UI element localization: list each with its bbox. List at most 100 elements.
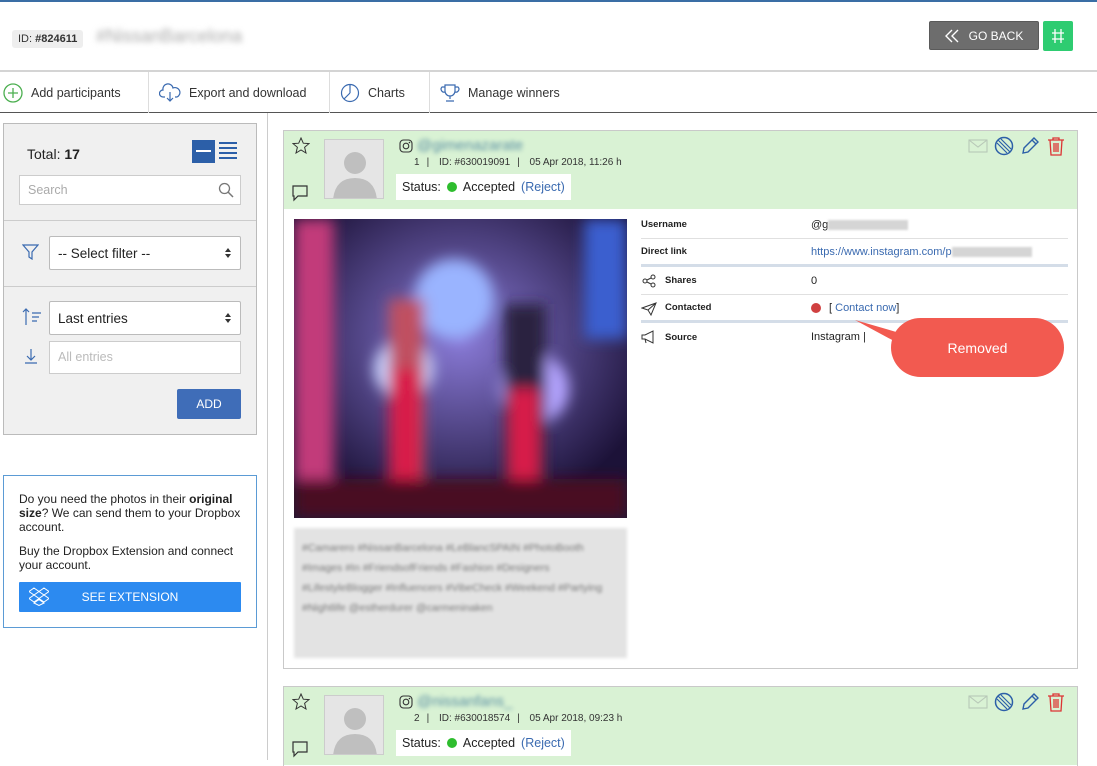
detail-value: 0: [811, 274, 818, 287]
direct-link[interactable]: https://www.instagram.com/p: [811, 246, 952, 258]
edit-pencil-icon[interactable]: [1020, 692, 1040, 712]
meta-divider: |: [426, 157, 430, 168]
meta-divider: |: [517, 713, 520, 724]
grid-view-icon[interactable]: [192, 140, 215, 163]
go-back-button[interactable]: GO BACK: [929, 21, 1039, 50]
ban-icon[interactable]: [994, 692, 1014, 712]
detail-row-username: Username @g: [641, 211, 1068, 239]
contest-id-label: ID:: [18, 33, 33, 45]
entries-input[interactable]: All entries: [49, 341, 241, 374]
status-label: Status:: [402, 736, 441, 750]
total-count: Total: 17: [27, 146, 80, 162]
divider: [4, 286, 256, 287]
reject-link[interactable]: (Reject): [521, 180, 565, 194]
add-participants-button[interactable]: Add participants: [0, 72, 149, 113]
mail-icon[interactable]: [968, 139, 988, 153]
detail-value: https://www.instagram.com/p: [811, 246, 1032, 258]
entry-card-header: @gimenazarate 1 | ID: #630019091 | 05 Apr …: [284, 131, 1077, 209]
sort-icon: [22, 308, 41, 325]
hashtag-icon: [1052, 29, 1064, 43]
promo-text-2: Buy the Dropbox Extension and connect yo…: [19, 544, 234, 572]
detail-value: [ Contact now]: [811, 302, 899, 314]
select-arrows-icon: [225, 248, 231, 258]
entry-card: @nissanfans_ 2 | ID: #630018574 | 05 Apr 2…: [283, 686, 1078, 766]
cloud-download-icon: [159, 82, 181, 102]
comment-icon[interactable]: [292, 185, 308, 202]
charts-label: Charts: [368, 85, 405, 100]
instagram-icon: [399, 139, 413, 153]
plus-circle-icon: [3, 82, 23, 103]
add-button[interactable]: ADD: [177, 389, 241, 419]
ban-icon[interactable]: [994, 136, 1014, 156]
total-label: Total:: [27, 146, 61, 162]
entry-meta: 1 | ID: #630019091 | 05 Apr 2018, 11:26 h: [414, 157, 629, 168]
status-box: Status: Accepted (Reject): [396, 730, 571, 756]
entry-username[interactable]: @gimenazarate: [417, 137, 523, 154]
username-value: @g: [811, 218, 829, 231]
entry-card-header: @nissanfans_ 2 | ID: #630018574 | 05 Apr 2…: [284, 687, 1077, 765]
star-icon[interactable]: [292, 137, 310, 154]
trophy-icon: [440, 83, 460, 102]
detail-label: Username: [641, 219, 687, 230]
see-extension-label: SEE EXTENSION: [81, 590, 179, 604]
avatar-placeholder-icon: [333, 152, 377, 198]
entry-id: ID: #630019091: [438, 157, 511, 168]
share-icon: [642, 274, 656, 288]
add-participants-label: Add participants: [31, 85, 121, 100]
mail-icon[interactable]: [968, 695, 988, 709]
entry-meta: 2 | ID: #630018574 | 05 Apr 2018, 09:23 h: [414, 713, 629, 724]
contest-id-value: #824611: [35, 33, 78, 45]
hashtag-button[interactable]: [1043, 21, 1073, 51]
dropbox-icon: [29, 587, 49, 606]
comment-icon[interactable]: [292, 741, 308, 758]
promo-text-pre: Do you need the photos in their: [19, 492, 190, 506]
reject-link[interactable]: (Reject): [521, 736, 565, 750]
charts-button[interactable]: Charts: [330, 72, 430, 113]
status-box: Status: Accepted (Reject): [396, 174, 571, 200]
export-download-button[interactable]: Export and download: [149, 72, 330, 113]
avatar-placeholder-icon: [333, 708, 377, 754]
total-value: 17: [64, 146, 80, 162]
entry-date: 05 Apr 2018, 09:23 h: [529, 713, 623, 724]
status-value: Accepted: [462, 736, 516, 750]
sort-select[interactable]: Last entries: [49, 301, 241, 335]
entry-actions: [968, 136, 1066, 156]
see-extension-button[interactable]: SEE EXTENSION: [19, 582, 241, 612]
avatar: [324, 695, 384, 755]
trash-icon[interactable]: [1046, 136, 1066, 156]
search-input[interactable]: Search: [19, 175, 241, 205]
entry-photo-image: [294, 219, 627, 518]
manage-winners-button[interactable]: Manage winners: [430, 72, 590, 113]
redacted-text: [828, 219, 909, 230]
filter-icon: [22, 244, 39, 260]
contacted-status-dot-icon: [811, 302, 821, 313]
contact-now-link[interactable]: Contact now: [835, 302, 896, 314]
detail-label: Direct link: [641, 246, 687, 257]
entry-photo[interactable]: [294, 219, 627, 518]
select-arrows-icon: [225, 313, 231, 323]
filter-select[interactable]: -- Select filter --: [49, 236, 241, 270]
edit-pencil-icon[interactable]: [1020, 136, 1040, 156]
detail-label: Source: [665, 331, 698, 343]
entry-username[interactable]: @nissanfans_: [417, 693, 512, 710]
status-dot-icon: [446, 738, 457, 748]
promo-text-1: Do you need the photos in their original…: [19, 492, 241, 534]
status-value: Accepted: [462, 180, 516, 194]
page-header: ID: #824611 #NissanBarcelona GO BACK: [0, 2, 1097, 72]
avatar: [324, 139, 384, 199]
entry-caption: #Camarero #NissanBarcelona #LeBlancSPAIN…: [294, 528, 627, 658]
list-view-icon[interactable]: [218, 140, 238, 163]
search-icon: [218, 182, 234, 198]
entries-placeholder: All entries: [58, 350, 113, 364]
export-download-label: Export and download: [189, 85, 307, 100]
view-toggle: [192, 140, 238, 163]
go-back-label: GO BACK: [968, 28, 1024, 43]
search-placeholder: Search: [28, 183, 68, 197]
trash-icon[interactable]: [1046, 692, 1066, 712]
toolbar: Add participants Export and download Cha…: [0, 72, 1097, 113]
megaphone-icon: [641, 330, 654, 344]
detail-label: Contacted: [665, 302, 712, 313]
star-icon[interactable]: [292, 693, 310, 710]
detail-value: @g: [811, 218, 909, 231]
manage-winners-label: Manage winners: [468, 85, 560, 100]
